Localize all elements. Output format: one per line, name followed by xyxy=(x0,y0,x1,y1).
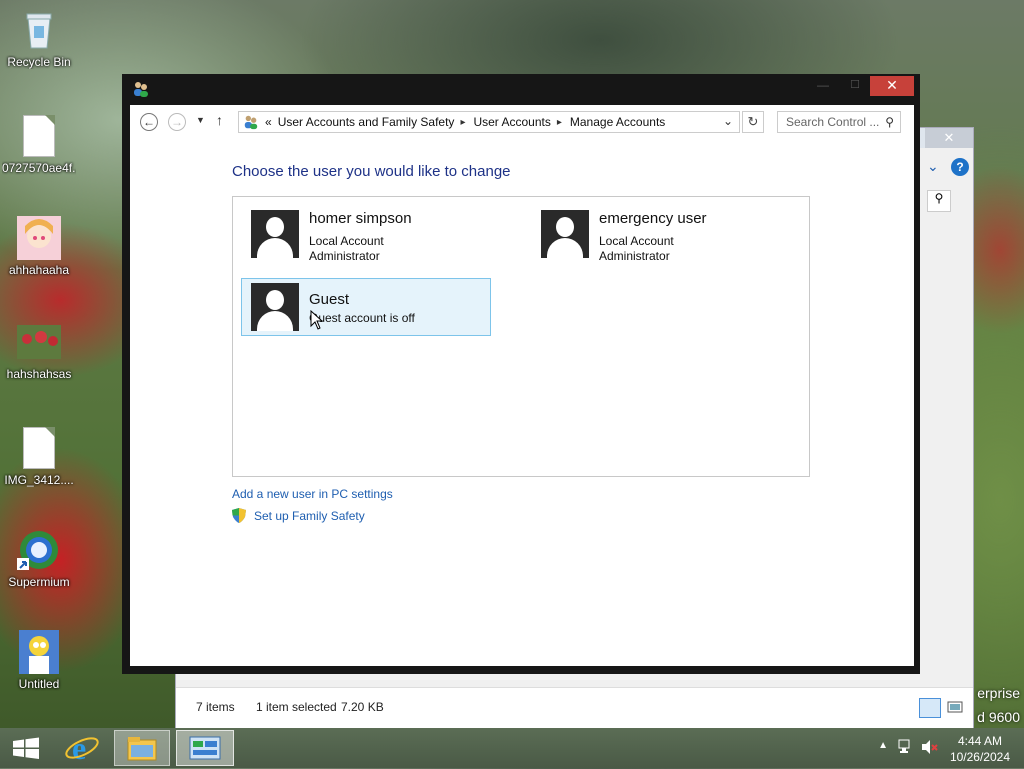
desktop-icon-label: Supermium xyxy=(8,575,70,589)
user-account-type: Local Account xyxy=(309,234,384,248)
recycle-bin-icon xyxy=(17,8,61,52)
windows-build-watermark: d 9600 xyxy=(977,709,1020,725)
back-arrow-icon: ← xyxy=(143,115,155,129)
supermium-browser-icon xyxy=(17,528,61,572)
user-role: Administrator xyxy=(309,249,380,263)
forward-arrow-icon: → xyxy=(171,115,183,129)
windows-edition-watermark: erprise xyxy=(977,685,1020,701)
windows-logo-icon xyxy=(13,737,39,759)
homer-image-icon xyxy=(17,630,61,674)
chevron-down-icon[interactable]: ⌄ xyxy=(927,158,947,178)
close-button[interactable]: ✕ xyxy=(870,76,914,96)
control-panel-icon xyxy=(189,736,221,760)
taskbar-clock[interactable]: 4:44 AM 10/26/2024 xyxy=(950,733,1010,765)
add-new-user-link[interactable]: Add a new user in PC settings xyxy=(232,487,393,501)
desktop-icon-file-0727[interactable]: 0727570ae4f... xyxy=(2,114,76,175)
breadcrumb-user-accounts[interactable]: User Accounts xyxy=(473,115,550,129)
breadcrumb-manage-accounts[interactable]: Manage Accounts xyxy=(570,115,665,129)
folder-icon xyxy=(127,737,157,761)
help-icon[interactable]: ? xyxy=(951,158,969,176)
window-content: ← → ▼ ↑ « User Accounts and Family Safet… xyxy=(130,105,914,666)
desktop-icon-supermium[interactable]: Supermium xyxy=(2,528,76,589)
anime-image-icon xyxy=(17,216,61,260)
desktop-icon-ahhahaaha[interactable]: ahhahaaha xyxy=(2,216,76,277)
taskbar-internet-explorer[interactable]: e xyxy=(60,730,104,766)
background-window-status-bar: 7 items 1 item selected 7.20 KB xyxy=(176,687,973,728)
breadcrumb-overflow[interactable]: « xyxy=(265,115,272,129)
user-tile-emergency-user[interactable]: emergency user Local Account Administrat… xyxy=(531,205,781,263)
desktop-icon-label: Untitled xyxy=(18,677,60,691)
address-bar[interactable]: « User Accounts and Family Safety ▸ User… xyxy=(238,111,740,133)
svg-text:e: e xyxy=(72,730,86,766)
forward-button[interactable]: → xyxy=(168,113,186,131)
desktop-icon-label: ahhahaaha xyxy=(8,263,70,277)
user-avatar-icon xyxy=(541,210,589,258)
desktop-icon-hahshahsas[interactable]: hahshahsas xyxy=(2,320,76,381)
desktop-icon-img-3412[interactable]: IMG_3412.... xyxy=(2,426,76,487)
user-avatar-icon xyxy=(251,210,299,258)
user-role: Administrator xyxy=(599,249,670,263)
close-icon[interactable]: ✕ xyxy=(925,128,973,148)
internet-explorer-icon: e xyxy=(65,730,99,766)
user-accounts-icon xyxy=(243,114,261,130)
maximize-icon[interactable]: ☐ xyxy=(842,78,868,94)
back-button[interactable]: ← xyxy=(140,113,158,131)
desktop-icon-untitled[interactable]: Untitled xyxy=(2,630,76,691)
user-list: homer simpson Local Account Administrato… xyxy=(232,196,810,477)
refresh-button[interactable]: ↻ xyxy=(742,111,764,133)
user-tile-homer-simpson[interactable]: homer simpson Local Account Administrato… xyxy=(241,205,491,263)
minimize-icon[interactable]: — xyxy=(810,78,836,94)
breadcrumb-user-accounts-family-safety[interactable]: User Accounts and Family Safety xyxy=(278,115,455,129)
recent-locations-dropdown[interactable]: ▼ xyxy=(196,115,205,125)
refresh-icon: ↻ xyxy=(747,114,759,129)
file-icon xyxy=(17,114,61,158)
taskbar-file-explorer[interactable] xyxy=(114,730,170,766)
desktop-icon-label: Recycle Bin xyxy=(7,55,71,69)
photo-icon xyxy=(17,320,61,364)
clock-date: 10/26/2024 xyxy=(949,750,1010,764)
search-placeholder: Search Control ... xyxy=(786,115,880,129)
large-icons-view-icon[interactable] xyxy=(945,698,965,716)
status-selected: 1 item selected xyxy=(256,700,337,714)
details-view-icon[interactable] xyxy=(919,698,941,718)
user-name: Guest xyxy=(309,291,350,308)
status-size: 7.20 KB xyxy=(341,700,384,714)
volume-muted-icon[interactable] xyxy=(920,738,938,759)
chevron-down-icon[interactable]: ⌄ xyxy=(723,114,733,128)
up-arrow-icon[interactable]: ↑ xyxy=(216,112,223,128)
start-button[interactable] xyxy=(8,730,44,766)
network-icon[interactable] xyxy=(898,738,914,759)
user-name: emergency user xyxy=(599,210,707,227)
status-item-count: 7 items xyxy=(196,700,235,714)
desktop-icon-recycle-bin[interactable]: Recycle Bin xyxy=(2,8,76,69)
page-title: Choose the user you would like to change xyxy=(232,163,511,180)
breadcrumb-separator-icon[interactable]: ▸ xyxy=(557,117,562,128)
set-up-family-safety-link[interactable]: Set up Family Safety xyxy=(254,509,365,523)
user-account-type: Local Account xyxy=(599,234,674,248)
user-avatar-icon xyxy=(251,283,299,331)
user-account-status: Guest account is off xyxy=(309,311,415,325)
taskbar: e ▲ 4:44 AM 10/26/2024 xyxy=(0,728,1024,768)
close-icon: ✕ xyxy=(886,77,898,93)
user-tile-guest[interactable]: Guest Guest account is off xyxy=(241,278,491,336)
show-hidden-icons-chevron-icon[interactable]: ▲ xyxy=(878,740,888,751)
search-icon[interactable]: ⚲ xyxy=(885,112,894,132)
navigation-bar: ← → ▼ ↑ « User Accounts and Family Safet… xyxy=(130,105,914,139)
manage-accounts-window[interactable]: — ☐ ✕ ← → ▼ ↑ « User Accounts and Family… xyxy=(122,74,920,674)
breadcrumb-separator-icon[interactable]: ▸ xyxy=(460,117,465,128)
desktop-icon-label: hahshahsas xyxy=(6,367,72,381)
taskbar-control-panel[interactable] xyxy=(176,730,234,766)
file-icon xyxy=(17,426,61,470)
user-name: homer simpson xyxy=(309,210,412,227)
search-input[interactable]: Search Control ... ⚲ xyxy=(777,111,901,133)
search-icon[interactable]: ⚲ xyxy=(927,190,951,212)
user-accounts-icon xyxy=(132,80,150,98)
clock-time: 4:44 AM xyxy=(957,734,1002,748)
desktop-icon-label: IMG_3412.... xyxy=(4,473,74,487)
shield-icon xyxy=(232,508,246,523)
desktop-icon-label: 0727570ae4f... xyxy=(2,161,76,175)
